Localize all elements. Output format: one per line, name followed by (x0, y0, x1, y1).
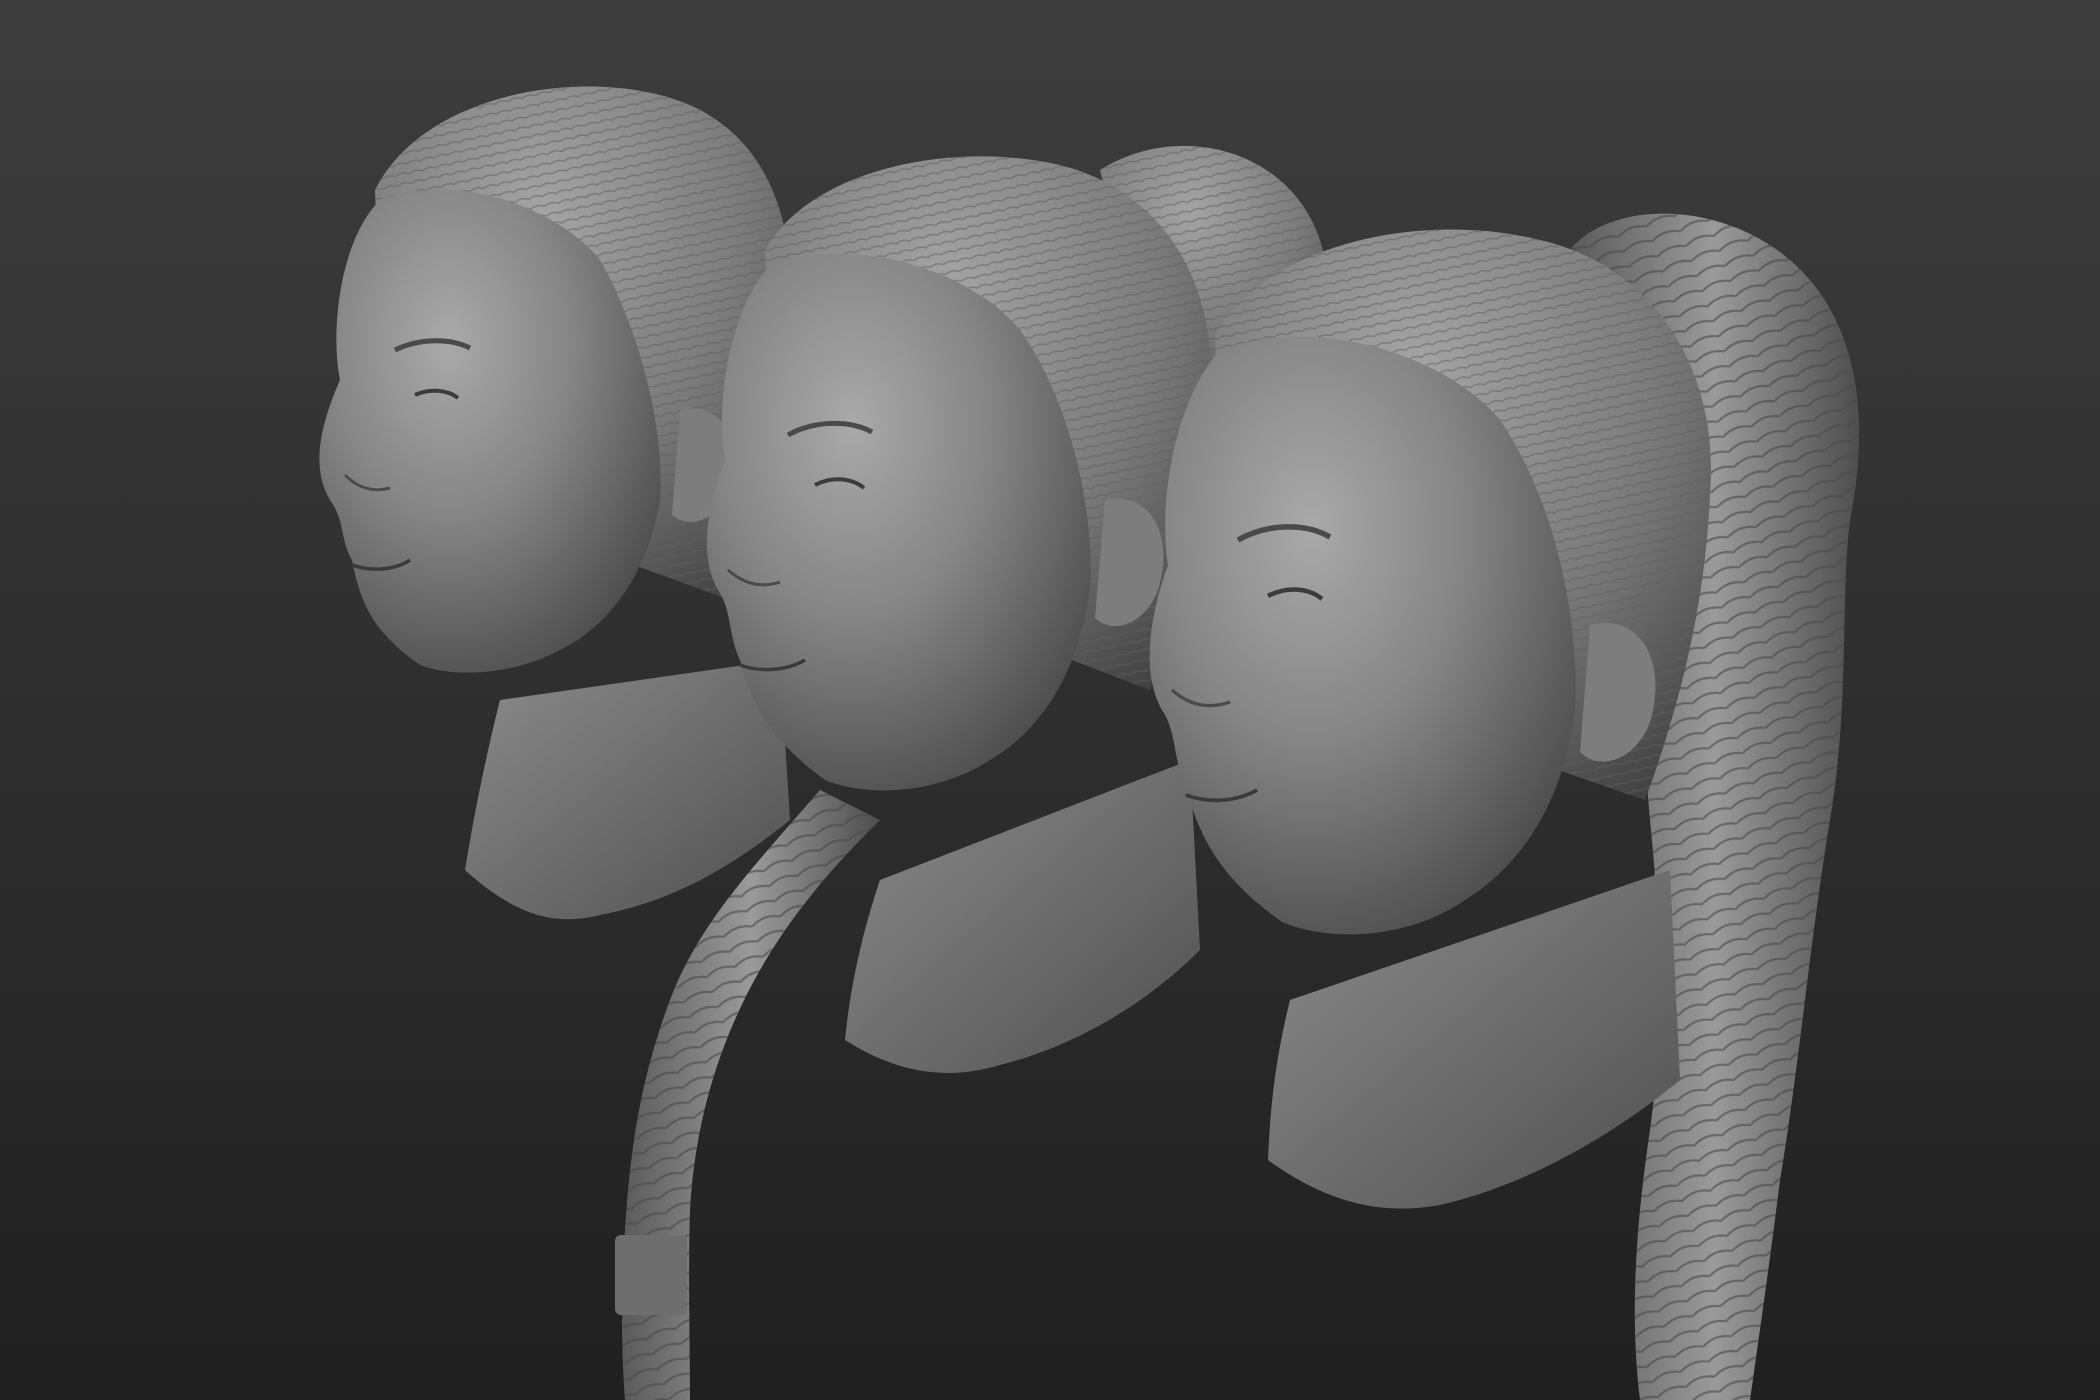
render-viewport (0, 0, 2100, 1400)
sculpt-render (0, 0, 2100, 1400)
head-middle-braid-tie (615, 1235, 687, 1315)
